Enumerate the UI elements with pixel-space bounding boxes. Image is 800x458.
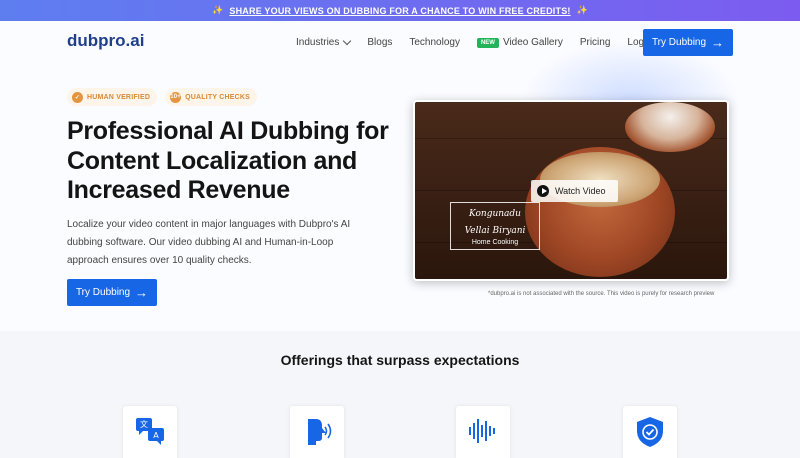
video-disclaimer: *dubpro.ai is not associated with the so… [488, 291, 715, 297]
offering-card-audio[interactable] [456, 406, 510, 458]
sparkle-icon: ✨ [212, 5, 224, 15]
svg-text:A: A [153, 431, 159, 440]
badge-label: HUMAN VERIFIED [87, 93, 151, 101]
shield-check-icon [637, 417, 663, 447]
check-circle-icon: ✓ [72, 91, 83, 103]
nav-label: Video Gallery [502, 37, 563, 48]
nav-technology[interactable]: Technology [409, 37, 460, 48]
video-preview[interactable]: Kongunadu Vellai Biryani Home Cooking Wa… [413, 100, 729, 281]
nav-blogs[interactable]: Blogs [367, 37, 392, 48]
badge-label: QUALITY CHECKS [185, 93, 250, 101]
nav-label: Blogs [367, 37, 393, 48]
button-label: Watch Video [555, 186, 606, 196]
hero-description: Localize your video content in major lan… [67, 219, 351, 266]
chevron-down-icon [343, 36, 352, 46]
nav-video-gallery[interactable]: NEW Video Gallery [476, 37, 563, 48]
audio-waveform-icon [469, 419, 495, 443]
nav-pricing[interactable]: Pricing [580, 37, 611, 48]
translate-chat-icon: 文 A [136, 418, 164, 445]
nav-label: Technology [409, 37, 460, 48]
offering-card-translation[interactable]: 文 A [123, 406, 177, 458]
button-label: Try Dubbing [651, 37, 707, 48]
offerings-title: Offerings that surpass expectations [280, 352, 520, 368]
badge-human-verified: ✓ HUMAN VERIFIED [67, 88, 158, 106]
video-caption: Kongunadu Vellai Biryani Home Cooking [450, 202, 540, 250]
rice-bowl-image [625, 102, 715, 152]
caption-subtitle: Home Cooking [471, 239, 519, 246]
caption-line: Kongunadu [469, 209, 521, 219]
banner-link[interactable]: SHARE YOUR VIEWS ON DUBBING FOR A CHANCE… [229, 6, 570, 16]
hero-headline: Professional AI Dubbing for Content Loca… [67, 117, 389, 204]
nav-label: Pricing [579, 37, 611, 48]
hero-badges: ✓ HUMAN VERIFIED 10+ QUALITY CHECKS [67, 88, 257, 106]
offerings-section [0, 331, 800, 458]
quality-count-icon: 10+ [170, 91, 182, 103]
arrow-right-icon: → [135, 285, 149, 300]
offering-card-quality[interactable] [623, 406, 677, 458]
logo[interactable]: dubpro.ai [67, 31, 144, 51]
button-label: Try Dubbing [75, 287, 131, 298]
new-badge: NEW [476, 37, 499, 48]
play-icon [537, 185, 549, 197]
svg-text:文: 文 [140, 419, 148, 429]
voice-profile-icon [308, 419, 332, 445]
watch-video-button[interactable]: Watch Video [531, 180, 618, 202]
arrow-right-icon: → [711, 35, 725, 50]
sparkle-icon: ✨ [576, 5, 588, 15]
top-navigation: dubpro.ai Industries Blogs Technology NE… [0, 21, 800, 65]
announcement-banner[interactable]: ✨ SHARE YOUR VIEWS ON DUBBING FOR A CHAN… [0, 0, 800, 21]
nav-industries[interactable]: Industries [296, 36, 352, 48]
nav-label: Industries [296, 37, 340, 48]
try-dubbing-button[interactable]: Try Dubbing → [643, 29, 733, 56]
offering-card-voice[interactable] [290, 406, 344, 458]
hero-try-dubbing-button[interactable]: Try Dubbing → [67, 279, 157, 306]
badge-quality-checks: 10+ QUALITY CHECKS [165, 88, 257, 106]
caption-line: Vellai Biryani [464, 226, 526, 236]
